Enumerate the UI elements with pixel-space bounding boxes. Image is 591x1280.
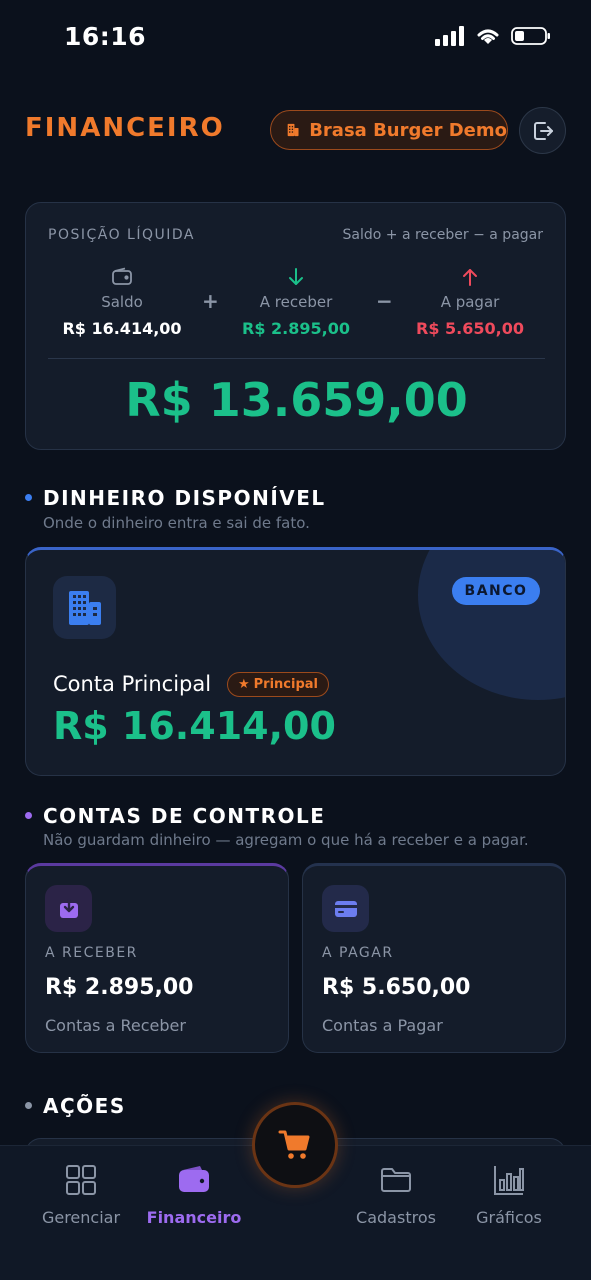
net-position-title: POSIÇÃO LÍQUIDA	[48, 227, 195, 243]
bank-account-card[interactable]: BANCO Conta Principal ★ Principal R$ 16.…	[25, 547, 566, 776]
signal-icon	[435, 26, 464, 46]
nav-label: Gerenciar	[41, 1208, 121, 1227]
payable-card-name: Contas a Pagar	[322, 1016, 443, 1035]
balance-column: Saldo R$ 16.414,00	[47, 263, 197, 338]
account-type-badge: BANCO	[452, 577, 540, 605]
receivable-card-name: Contas a Receber	[45, 1016, 186, 1035]
star-icon: ★	[238, 677, 250, 692]
nav-item-graficos[interactable]: Gráficos	[449, 1162, 569, 1227]
net-position-total: R$ 13.659,00	[125, 373, 468, 427]
receivable-column: A receber R$ 2.895,00	[221, 263, 371, 338]
account-balance: R$ 16.414,00	[53, 704, 336, 748]
inbox-download-icon	[59, 898, 78, 918]
net-position-card: POSIÇÃO LÍQUIDA Saldo + a receber − a pa…	[25, 202, 566, 450]
page-title: FINANCEIRO	[25, 113, 225, 143]
folder-icon	[381, 1168, 411, 1192]
actions-section-title: AÇÕES	[43, 1094, 126, 1118]
payable-card-label: A PAGAR	[322, 945, 394, 961]
divider	[48, 358, 545, 359]
store-selector[interactable]: Brasa Burger Demo	[270, 110, 508, 150]
minus-operator: −	[376, 289, 393, 313]
receivable-account-card[interactable]: A RECEBER R$ 2.895,00 Contas a Receber	[25, 863, 289, 1053]
wallet-icon	[112, 267, 132, 285]
nav-item-financeiro[interactable]: Financeiro	[134, 1162, 254, 1227]
nav-label: Gráficos	[476, 1208, 542, 1227]
primary-badge: ★ Principal	[227, 672, 330, 697]
cash-section-subtitle: Onde o dinheiro entra e sai de fato.	[43, 514, 310, 532]
wifi-icon	[477, 29, 499, 44]
receivable-icon-box	[45, 885, 92, 932]
nav-label: Cadastros	[356, 1208, 436, 1227]
payable-card-value: R$ 5.650,00	[322, 975, 471, 1000]
nav-item-gerenciar[interactable]: Gerenciar	[21, 1162, 141, 1227]
account-name: Conta Principal	[53, 672, 212, 696]
arrow-down-icon	[289, 268, 303, 285]
bank-icon-box	[53, 576, 116, 639]
cart-icon	[278, 1130, 310, 1159]
credit-card-icon	[334, 900, 357, 917]
status-icons	[435, 26, 551, 46]
status-time: 16:16	[64, 22, 147, 51]
payable-column: A pagar R$ 5.650,00	[395, 263, 545, 338]
nav-label: Financeiro	[146, 1208, 242, 1227]
building-icon	[287, 123, 299, 137]
payable-value: R$ 5.650,00	[416, 319, 524, 338]
cash-section-title: DINHEIRO DISPONÍVEL	[43, 486, 326, 510]
control-section-subtitle: Não guardam dinheiro — agregam o que há …	[43, 831, 529, 849]
receivable-label: A receber	[259, 293, 333, 311]
cart-button[interactable]	[252, 1102, 338, 1188]
card-decoration	[418, 550, 565, 700]
store-name: Brasa Burger Demo	[309, 119, 507, 141]
section-dot	[25, 812, 32, 819]
section-dot	[25, 1102, 32, 1109]
grid-icon	[66, 1165, 96, 1195]
payable-label: A pagar	[440, 293, 500, 311]
balance-value: R$ 16.414,00	[62, 319, 182, 338]
bar-chart-icon	[494, 1166, 524, 1195]
control-section-title: CONTAS DE CONTROLE	[43, 804, 326, 828]
nav-item-cadastros[interactable]: Cadastros	[336, 1162, 456, 1227]
receivable-card-value: R$ 2.895,00	[45, 975, 194, 1000]
plus-operator: +	[202, 289, 219, 313]
primary-badge-label: Principal	[253, 677, 319, 692]
arrow-up-icon	[463, 269, 477, 286]
logout-button[interactable]	[519, 107, 566, 154]
logout-icon	[533, 121, 553, 140]
balance-label: Saldo	[101, 293, 143, 311]
battery-icon	[511, 27, 550, 45]
building-icon	[68, 590, 101, 625]
net-position-formula: Saldo + a receber − a pagar	[342, 227, 543, 243]
payable-icon-box	[322, 885, 369, 932]
payable-account-card[interactable]: A PAGAR R$ 5.650,00 Contas a Pagar	[302, 863, 566, 1053]
wallet-icon	[179, 1166, 209, 1192]
section-dot	[25, 494, 32, 501]
receivable-value: R$ 2.895,00	[242, 319, 350, 338]
receivable-card-label: A RECEBER	[45, 945, 138, 961]
